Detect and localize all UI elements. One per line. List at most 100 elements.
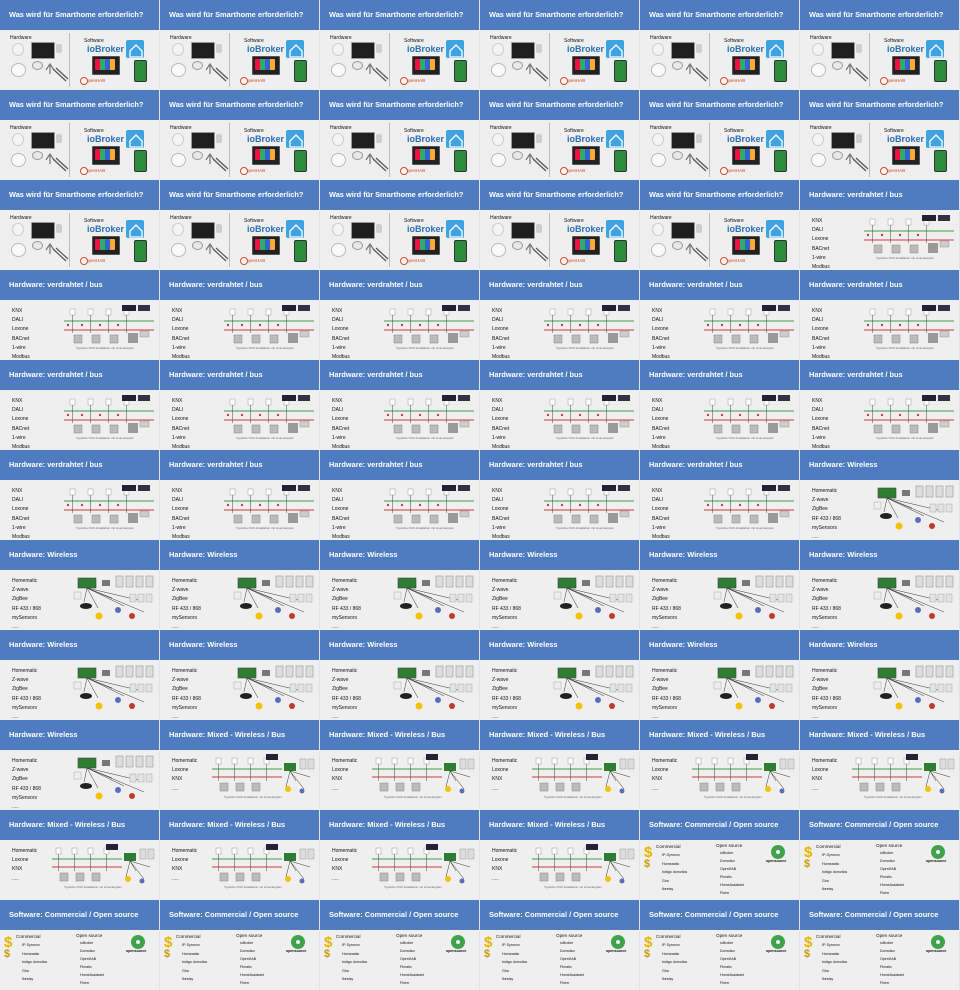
slide-thumbnail[interactable]: Software: Commercial / Open source $ $ Comm… [320,900,480,990]
iobroker-logo: ioBroker [407,134,445,144]
house-icon [449,44,463,58]
slide-thumbnail[interactable]: Hardware: verdrahtet / bus KNX DALI Loxone B… [320,450,480,540]
slide-thumbnail[interactable]: Software: Commercial / Open source $ $ Comm… [480,900,640,990]
commercial-item: Ikestsy [342,977,354,981]
slide-thumbnail[interactable]: Hardware: Wireless Homematic Z-wave ZigBee R… [800,540,960,630]
slide-thumbnail[interactable]: Hardware: Mixed - Wireless / Bus Homemati… [160,810,320,900]
slide-thumbnail[interactable]: Hardware: Wireless Homematic Z-wave ZigBee R… [480,540,640,630]
slide-thumbnail[interactable]: Hardware: Mixed - Wireless / Bus Homemati… [0,810,160,900]
openhab-logo: openHAB [886,78,906,83]
slide-body: Hardware Software ioBroker openHAB [160,210,319,270]
slide-thumbnail[interactable]: Hardware: verdrahtet / bus KNX DALI Loxone B… [480,450,640,540]
slide-thumbnail[interactable]: Hardware: Wireless Homematic Z-wave ZigBee R… [640,540,800,630]
slide-title: Hardware: verdrahtet / bus [640,360,799,390]
slide-thumbnail[interactable]: Hardware: verdrahtet / bus KNX DALI Loxone B… [480,270,640,360]
slide-thumbnail[interactable]: Software: Commercial / Open source $ $ Comm… [800,810,960,900]
slide-thumbnail[interactable]: Hardware: verdrahtet / bus KNX DALI Loxone B… [320,270,480,360]
slide-thumbnail[interactable]: Hardware: Wireless Homematic Z-wave ZigBee R… [320,540,480,630]
slide-thumbnail[interactable]: Was wird für Smarthome erforderlich? Hard… [480,180,640,270]
slide-thumbnail[interactable]: Hardware: Mixed - Wireless / Bus Homemati… [480,720,640,810]
slide-thumbnail[interactable]: Was wird für Smarthome erforderlich? Hard… [320,90,480,180]
slide-thumbnail[interactable]: Was wird für Smarthome erforderlich? Hard… [480,90,640,180]
slide-thumbnail[interactable]: Was wird für Smarthome erforderlich? Hard… [640,180,800,270]
slide-thumbnail[interactable]: Was wird für Smarthome erforderlich? Hard… [0,0,160,90]
slide-thumbnail[interactable]: Was wird für Smarthome erforderlich? Hard… [800,90,960,180]
slide-thumbnail[interactable]: Hardware: verdrahtet / bus KNX DALI Loxone B… [320,360,480,450]
slide-thumbnail[interactable]: Hardware: Wireless Homematic Z-wave ZigBee R… [800,630,960,720]
opensource-logo-hole [296,940,300,944]
list-item: DALI [172,407,184,414]
slide-thumbnail[interactable]: Hardware: verdrahtet / bus KNX DALI Loxone B… [0,270,160,360]
list-item: ZigBee [332,686,348,693]
slide-thumbnail[interactable]: Hardware: Wireless Homematic Z-wave ZigBee R… [640,630,800,720]
slide-thumbnail[interactable]: Hardware: Wireless Homematic Z-wave ZigBee R… [160,630,320,720]
slide-thumbnail[interactable]: Hardware: Wireless Homematic Z-wave ZigBee R… [320,630,480,720]
openhab-logo-mark [560,167,568,175]
slide-thumbnail[interactable]: Hardware: Mixed - Wireless / Bus Homemati… [160,720,320,810]
slide-thumbnail[interactable]: Hardware: verdrahtet / bus KNX DALI Loxone B… [480,360,640,450]
dollar-icon: $ [324,948,331,960]
open-source-item: Fhem [240,981,250,985]
light-bulb-icon [492,223,504,236]
slide-thumbnail[interactable]: Was wird für Smarthome erforderlich? Hard… [160,90,320,180]
list-item: ..... [492,713,499,720]
slide-thumbnail[interactable]: Software: Commercial / Open source $ $ Comm… [800,900,960,990]
slide-thumbnail[interactable]: Software: Commercial / Open source $ $ Comm… [160,900,320,990]
phone-screenshot-image [934,150,947,172]
open-source-item: Pimatic [720,965,732,969]
slide-thumbnail[interactable]: Was wird für Smarthome erforderlich? Hard… [640,0,800,90]
slide-thumbnail[interactable]: Hardware: Mixed - Wireless / Bus Homemati… [800,720,960,810]
list-item: Loxone [812,236,829,243]
list-item: DALI [652,317,664,324]
wireless-diagram [73,755,154,800]
openhab-logo: openHAB [406,78,426,83]
commercial-item: Gira [502,968,509,973]
slide-thumbnail[interactable]: Was wird für Smarthome erforderlich? Hard… [0,90,160,180]
slide-thumbnail[interactable]: Hardware: Wireless Homematic Z-wave ZigBee R… [160,540,320,630]
hardware-label: Hardware [650,35,672,41]
slide-thumbnail[interactable]: Hardware: Wireless Homematic Z-wave ZigBee R… [0,630,160,720]
slide-thumbnail[interactable]: Was wird für Smarthome erforderlich? Hard… [160,180,320,270]
slide-thumbnail[interactable]: Was wird für Smarthome erforderlich? Hard… [480,0,640,90]
sensor-device-image [376,44,382,53]
slide-thumbnail[interactable]: Software: Commercial / Open source $ $ Comm… [640,810,800,900]
slide-thumbnail[interactable]: Hardware: verdrahtet / bus KNX DALI Loxone B… [800,360,960,450]
slide-thumbnail[interactable]: Hardware: verdrahtet / bus KNX DALI Loxone B… [0,450,160,540]
slide-thumbnail[interactable]: Was wird für Smarthome erforderlich? Hard… [320,180,480,270]
slide-thumbnail[interactable]: Was wird für Smarthome erforderlich? Hard… [320,0,480,90]
phone-screenshot-image [294,150,307,172]
opensource-logo-text: opensource [126,949,147,953]
hardware-list: KNX DALI Loxone BACnet 1-wire Modbus [812,217,830,270]
slide-thumbnail[interactable]: Hardware: Wireless Homematic Z-wave ZigBee R… [480,630,640,720]
slide-thumbnail[interactable]: Was wird für Smarthome erforderlich? Hard… [640,90,800,180]
slide-thumbnail[interactable]: Hardware: Mixed - Wireless / Bus Homemati… [320,720,480,810]
slide-thumbnail[interactable]: Hardware: Wireless Homematic Z-wave ZigBee R… [800,450,960,540]
slide-thumbnail[interactable]: Was wird für Smarthome erforderlich? Hard… [800,0,960,90]
slide-thumbnail[interactable]: Hardware: verdrahtet / bus KNX DALI Loxone B… [800,180,960,270]
slide-thumbnail[interactable]: Was wird für Smarthome erforderlich? Hard… [0,180,160,270]
slide-thumbnail[interactable]: Hardware: verdrahtet / bus KNX DALI Loxone B… [0,360,160,450]
slide-thumbnail[interactable]: Hardware: verdrahtet / bus KNX DALI Loxone B… [160,450,320,540]
slide-thumbnail[interactable]: Was wird für Smarthome erforderlich? Hard… [160,0,320,90]
wireless-diagram [393,665,474,710]
list-item: KNX [812,218,823,224]
slide-thumbnail[interactable]: Hardware: Wireless Homematic Z-wave ZigBee R… [0,540,160,630]
slide-thumbnail[interactable]: Hardware: verdrahtet / bus KNX DALI Loxone B… [640,270,800,360]
slide-thumbnail[interactable]: Hardware: verdrahtet / bus KNX DALI Loxone B… [800,270,960,360]
slide-thumbnail[interactable]: Hardware: verdrahtet / bus KNX DALI Loxone B… [640,360,800,450]
slide-thumbnail[interactable]: Hardware: Wireless Homematic Z-wave ZigBee R… [0,720,160,810]
commercial-item: IP-Symcon [342,943,360,947]
slide-thumbnail[interactable]: Hardware: verdrahtet / bus KNX DALI Loxone B… [640,450,800,540]
slide-thumbnail[interactable]: Hardware: Mixed - Wireless / Bus Homemati… [640,720,800,810]
list-item: Loxone [172,857,189,864]
slide-thumbnail[interactable]: Software: Commercial / Open source $ $ Comm… [0,900,160,990]
slide-thumbnail[interactable]: Hardware: Mixed - Wireless / Bus Homemati… [480,810,640,900]
slide-thumbnail[interactable]: Software: Commercial / Open source $ $ Comm… [640,900,800,990]
opensource-logo-hole [136,940,140,944]
slide-thumbnail[interactable]: Hardware: Mixed - Wireless / Bus Homemati… [320,810,480,900]
hardware-list: Homematic Loxone KNX..... [492,757,517,794]
display-panel-image [191,132,215,149]
slide-thumbnail[interactable]: Hardware: verdrahtet / bus KNX DALI Loxone B… [160,360,320,450]
hardware-label: Hardware [170,35,192,41]
slide-thumbnail[interactable]: Hardware: verdrahtet / bus KNX DALI Loxone B… [160,270,320,360]
